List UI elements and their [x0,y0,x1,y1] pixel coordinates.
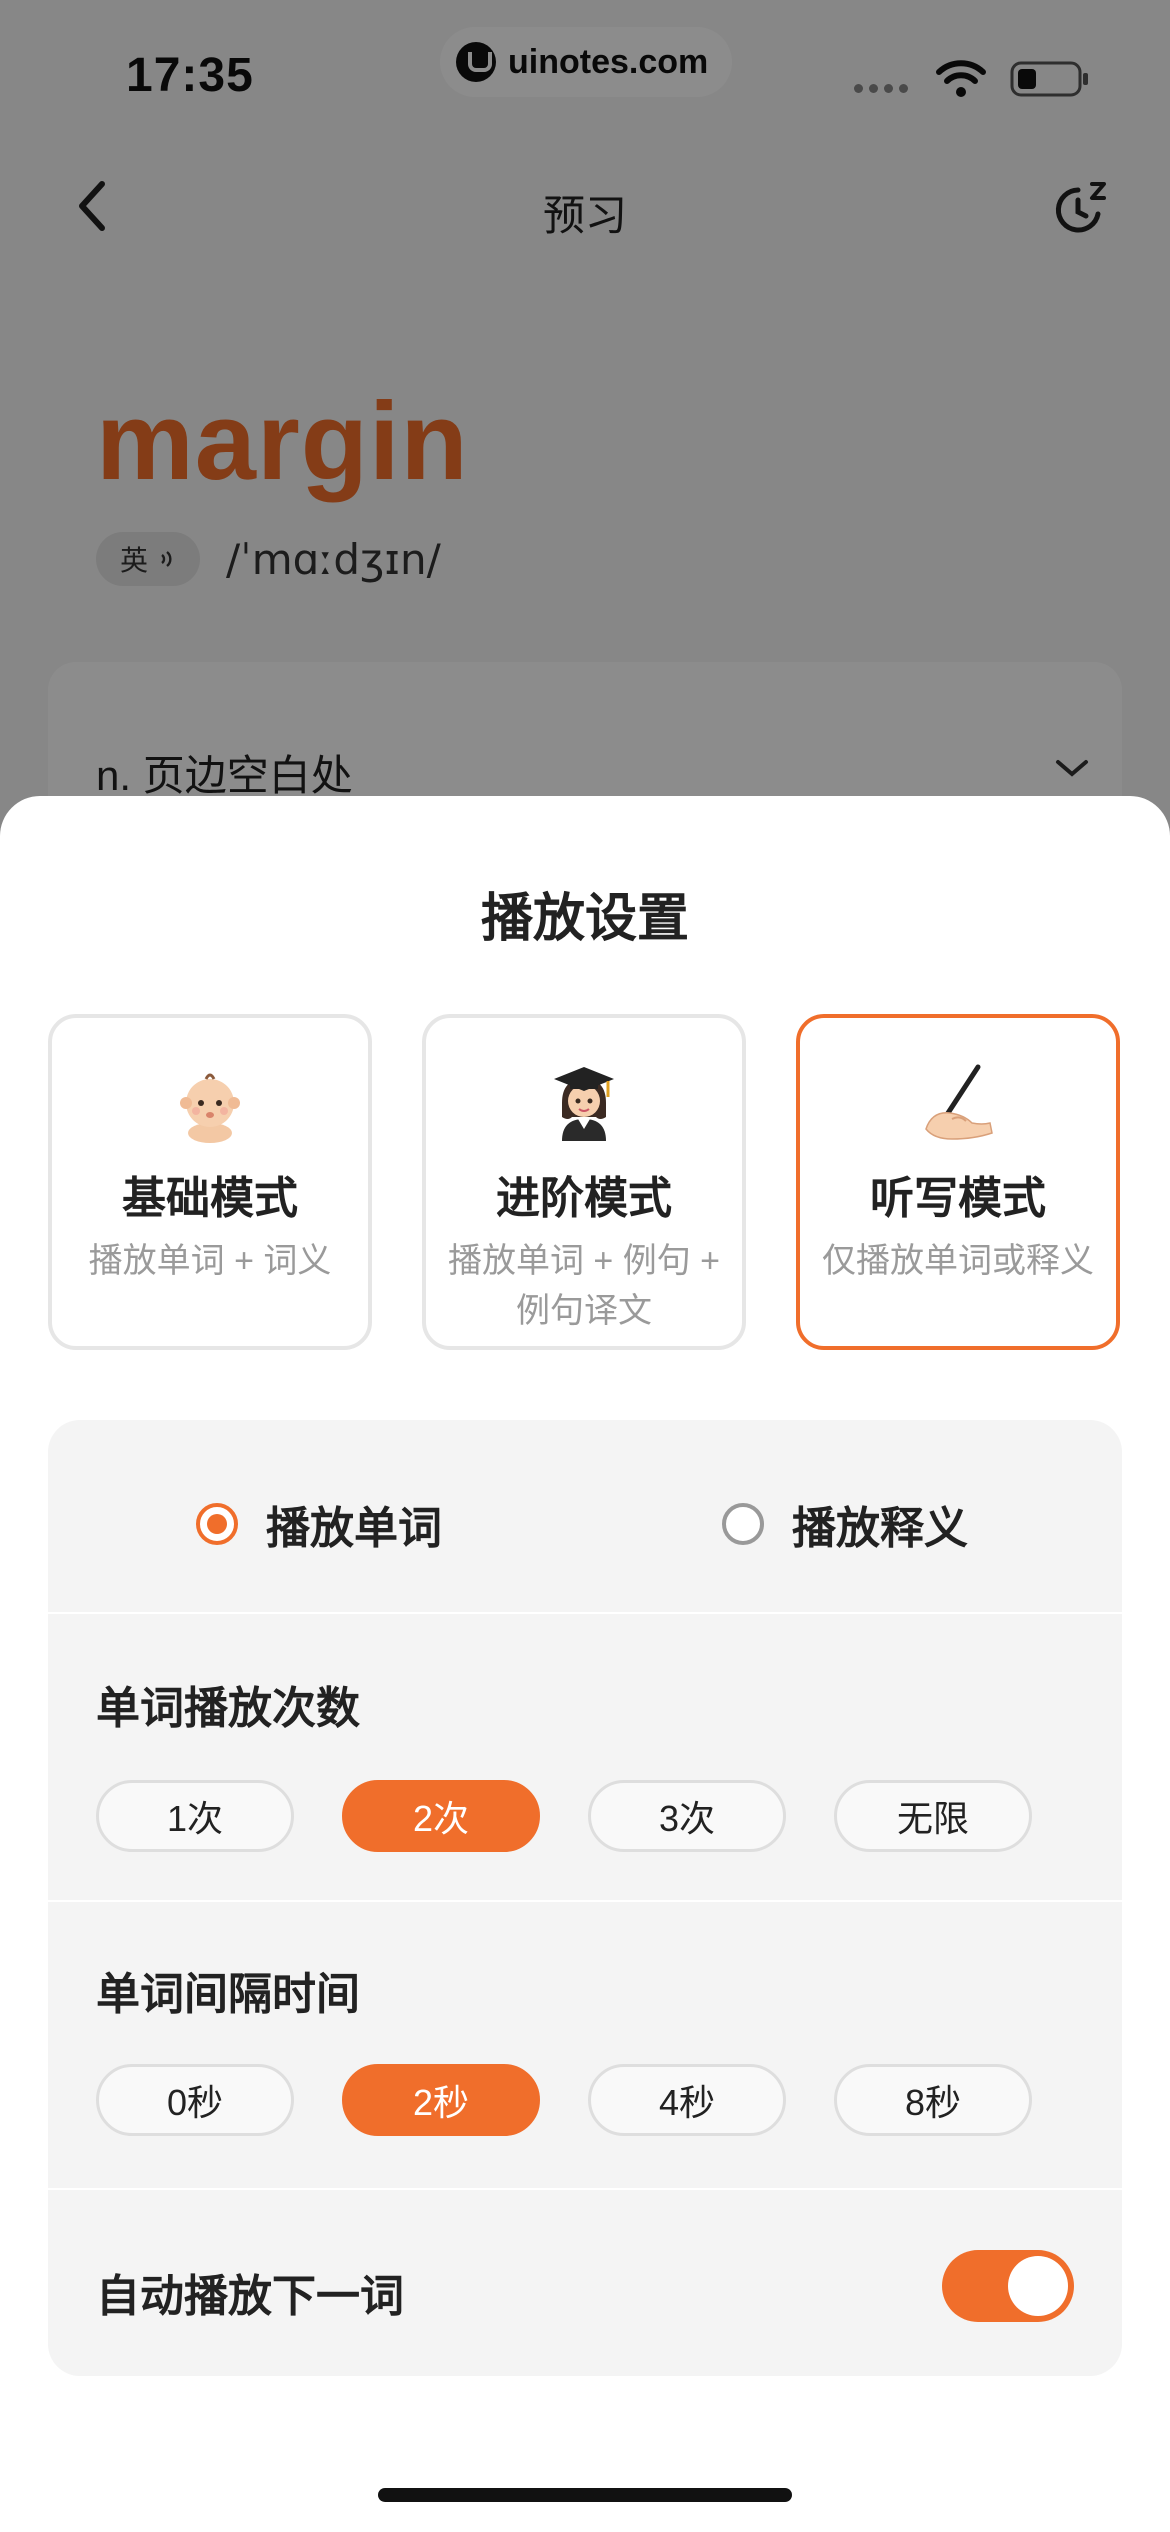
mode-description: 仅播放单词或释义 [822,1242,1094,1280]
baby-emoji-icon [52,1058,368,1148]
repeat-option-1[interactable]: 1次 [96,1780,294,1852]
play-content-row: 播放单词 播放释义 [48,1420,1122,1614]
repeat-count-label: 单词播放次数 [96,1684,360,1733]
autoplay-toggle[interactable] [942,2250,1074,2322]
radio-play-definition[interactable]: 播放释义 [722,1492,968,1556]
playback-settings-sheet: 播放设置 基础模式 播放单词 + 词义 进阶模式 播放单词 + 例句 + 例句译… [0,796,1170,2532]
home-indicator [378,2488,792,2502]
interval-option-8s[interactable]: 8秒 [834,2064,1032,2136]
writing-hand-emoji-icon [800,1058,1116,1148]
mode-name: 进阶模式 [496,1174,672,1223]
mode-name: 听写模式 [870,1174,1046,1223]
interval-option-0s[interactable]: 0秒 [96,2064,294,2136]
repeat-option-2[interactable]: 2次 [342,1780,540,1852]
repeat-count-options: 1次 2次 3次 无限 [96,1780,1032,1852]
interval-label: 单词间隔时间 [96,1970,360,2019]
toggle-knob [1008,2256,1068,2316]
radio-checked-icon [196,1503,238,1545]
settings-panel: 播放单词 播放释义 单词播放次数 1次 2次 3次 无限 单词间隔时间 0秒 2… [48,1420,1122,2376]
repeat-option-3[interactable]: 3次 [588,1780,786,1852]
mode-description: 播放单词 + 例句 + 例句译文 [447,1242,721,1330]
radio-unchecked-icon [722,1503,764,1545]
interval-section: 单词间隔时间 0秒 2秒 4秒 8秒 [48,1902,1122,2190]
autoplay-label: 自动播放下一词 [96,2272,404,2321]
mode-card-advanced[interactable]: 进阶模式 播放单词 + 例句 + 例句译文 [422,1014,746,1350]
radio-label: 播放释义 [792,1504,968,1553]
mode-name: 基础模式 [122,1174,298,1223]
radio-play-word[interactable]: 播放单词 [196,1492,442,1556]
mode-card-basic[interactable]: 基础模式 播放单词 + 词义 [48,1014,372,1350]
interval-option-4s[interactable]: 4秒 [588,2064,786,2136]
mode-card-dictation[interactable]: 听写模式 仅播放单词或释义 [796,1014,1120,1350]
graduate-emoji-icon [426,1058,742,1148]
interval-options: 0秒 2秒 4秒 8秒 [96,2064,1032,2136]
radio-label: 播放单词 [266,1504,442,1553]
autoplay-row: 自动播放下一词 [48,2190,1122,2376]
repeat-count-section: 单词播放次数 1次 2次 3次 无限 [48,1614,1122,1902]
interval-option-2s[interactable]: 2秒 [342,2064,540,2136]
sheet-title: 播放设置 [480,890,689,948]
mode-description: 播放单词 + 词义 [88,1242,332,1280]
repeat-option-unlimited[interactable]: 无限 [834,1780,1032,1852]
